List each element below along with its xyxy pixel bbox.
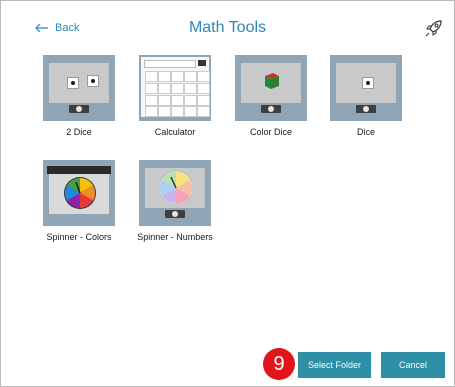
calculator-icon — [139, 55, 211, 121]
tool-tile-color-dice[interactable]: Color Dice — [235, 55, 307, 138]
tool-label: Color Dice — [249, 127, 292, 137]
tool-tile-calculator[interactable]: Calculator — [139, 55, 211, 138]
cancel-button[interactable]: Cancel — [381, 352, 445, 378]
tool-label: Spinner - Numbers — [137, 232, 213, 242]
number-spinner-icon — [139, 160, 211, 226]
tool-tile-spinner-colors[interactable]: Spinner - Colors — [43, 160, 115, 243]
step-number-badge: 9 — [263, 348, 295, 380]
tool-tile-spinner-numbers[interactable]: Spinner - Numbers — [137, 160, 213, 243]
tool-tile-dice[interactable]: Dice — [330, 55, 402, 138]
rocket-icon[interactable] — [424, 18, 444, 43]
tool-label: Calculator — [154, 127, 196, 137]
tool-label: 2 Dice — [66, 127, 92, 137]
tool-label: Spinner - Colors — [46, 232, 112, 242]
select-folder-button[interactable]: Select Folder — [298, 352, 371, 378]
page-title: Math Tools — [188, 19, 267, 36]
dice-icon — [330, 55, 402, 121]
color-spinner-icon — [43, 160, 115, 226]
dice-pair-icon — [43, 55, 115, 121]
tool-tile-2-dice[interactable]: 2 Dice — [43, 55, 115, 138]
color-dice-icon — [235, 55, 307, 121]
math-tools-window: Back Math Tools 2 Dice Calculator Color … — [0, 0, 455, 387]
tool-label: Dice — [356, 127, 375, 137]
